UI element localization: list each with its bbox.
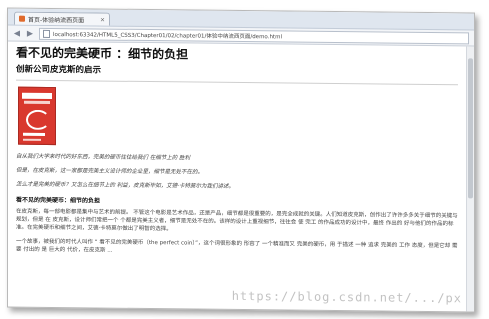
browser-window: 首页-体验纳流西页面 × ◀ ▶ localhost:63342/HTML5_C… [7,7,475,313]
browser-tab[interactable]: 首页-体验纳流西页面 × [14,11,110,26]
back-button[interactable]: ◀ [13,29,21,38]
intro-paragraph: 怎么才是完美的硬币？又怎么在细节上的 利益，皮克斯毕如，艾德·卡特莫尔为我们讲述… [16,181,234,190]
tab-title: 首页-体验纳流西页面 [28,16,85,24]
scrollbar-thumb[interactable] [468,58,473,199]
favicon-icon [19,15,25,22]
article-title: 看不见的完美硬币 ：细节的负担 [16,45,189,62]
page-icon [43,29,50,38]
page-content: 看不见的完美硬币 ：细节的负担 创新公司皮克斯的启示 自从我们大学来时代的好东西… [8,42,466,312]
watermark: https://blog.csdn.net/.../px [231,288,462,306]
divider [16,79,458,86]
article-subtitle: 创新公司皮克斯的启示 [16,64,102,76]
book-cover-image [18,86,56,146]
intro-paragraph: 自从我们大学来时代的好东西，完美的硬币往往给我们 在细节上的 胜利 [16,153,190,162]
address-bar[interactable]: localhost:63342/HTML5_CSS3/Chapter01/02/… [39,27,469,44]
body-paragraph: 在皮克斯，每一部电影都是集中与艺术的前提。 不管这个电影是艺术作品，还是产品，细… [16,208,458,233]
intro-paragraph: 但是，在皮克斯，这一家都是完美主义设计师的企业里，细节是无处不在的。 [16,167,204,176]
body-paragraph: 一个故事，被我们的时代人叫作 “ 看不见的完美硬币（the perfect co… [16,238,458,254]
section-title: 看不见的完美硬币：细节的负担 [16,196,101,205]
close-tab-icon[interactable]: × [100,16,105,23]
vertical-scrollbar[interactable] [466,46,474,312]
forward-button[interactable]: ▶ [26,29,34,38]
url-text: localhost:63342/HTML5_CSS3/Chapter01/02/… [53,31,282,40]
